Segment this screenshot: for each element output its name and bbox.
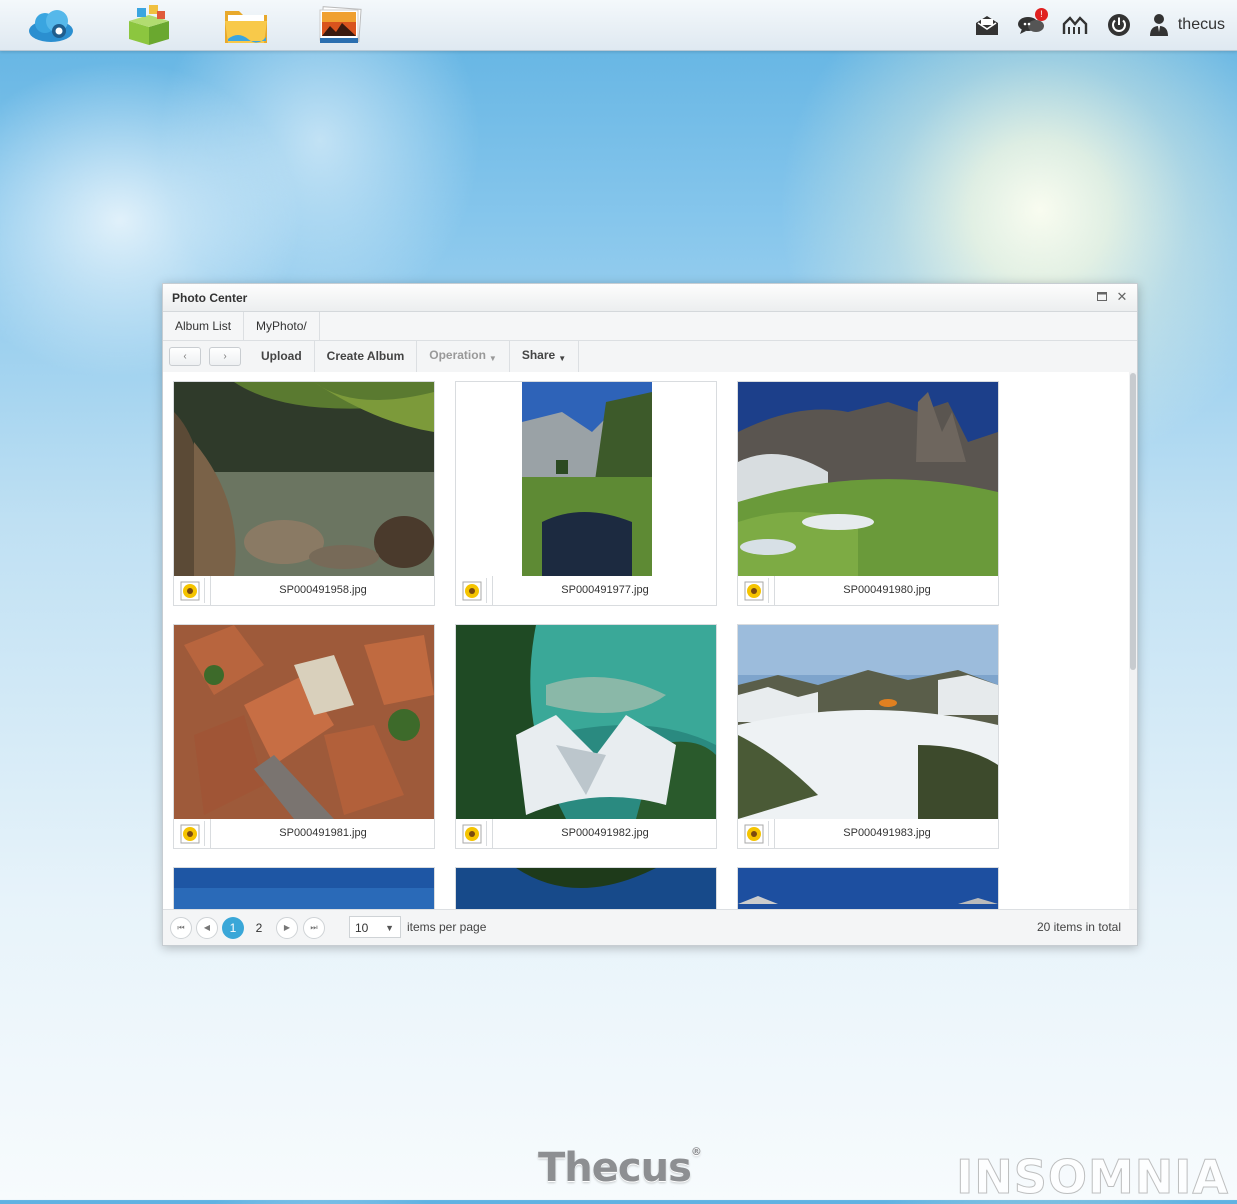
- photo-caption: SP000491980.jpg: [737, 576, 999, 606]
- insomnia-watermark: INSOMNIA: [956, 1150, 1229, 1204]
- total-items-label: 20 items in total: [1036, 920, 1121, 934]
- photo-thumbnail[interactable]: [173, 381, 435, 577]
- username[interactable]: thecus: [1178, 16, 1225, 34]
- photo-thumbnail[interactable]: [173, 624, 435, 820]
- photo-filename: SP000491977.jpg: [561, 584, 649, 596]
- photo-card[interactable]: [173, 867, 435, 910]
- network-icon[interactable]: [1060, 10, 1090, 40]
- photo-card[interactable]: SP000491980.jpg: [737, 381, 999, 607]
- photo-center-icon[interactable]: [316, 5, 364, 45]
- caret-down-icon: ▼: [488, 353, 497, 363]
- photo-caption: SP000491958.jpg: [173, 576, 435, 606]
- photo-thumbnail[interactable]: [737, 381, 999, 577]
- photo-filename: SP000491981.jpg: [279, 827, 367, 839]
- photo-thumbnail[interactable]: [173, 867, 435, 910]
- photo-filename: SP000491982.jpg: [561, 827, 649, 839]
- sunflower-icon[interactable]: [740, 578, 769, 603]
- photo-caption: SP000491982.jpg: [455, 819, 717, 849]
- pagination-bar: ⏮ ◀ 1 2 ▶ ⏭ 10 ▼ items per page 20 items…: [163, 909, 1137, 945]
- photo-card[interactable]: SP000491982.jpg: [455, 624, 717, 850]
- photo-filename: SP000491980.jpg: [843, 584, 931, 596]
- first-page-icon[interactable]: ⏮: [170, 917, 192, 939]
- mail-icon[interactable]: [972, 10, 1002, 40]
- sunflower-icon[interactable]: [458, 578, 487, 603]
- last-page-icon[interactable]: ⏭: [303, 917, 325, 939]
- photo-card[interactable]: SP000491977.jpg: [455, 381, 717, 607]
- photo-filename: SP000491958.jpg: [279, 584, 367, 596]
- page-2-button[interactable]: 2: [248, 917, 270, 939]
- photo-thumbnail[interactable]: [455, 867, 717, 910]
- scrollbar-thumb[interactable]: [1130, 373, 1136, 670]
- system-tray: ! thecus: [972, 0, 1225, 50]
- caret-down-icon: ▼: [558, 353, 567, 363]
- photo-card[interactable]: [737, 867, 999, 910]
- photo-grid: SP000491958.jpg SP000491977.jpg SP000491…: [163, 372, 1129, 910]
- photo-card[interactable]: SP000491983.jpg: [737, 624, 999, 850]
- chat-icon[interactable]: !: [1016, 8, 1048, 40]
- per-page-value: 10: [355, 921, 369, 935]
- window-titlebar[interactable]: Photo Center ✕: [163, 284, 1137, 312]
- tab-album-list[interactable]: Album List: [163, 312, 245, 340]
- power-icon[interactable]: [1104, 10, 1134, 40]
- photo-thumbnail[interactable]: [737, 867, 999, 910]
- user-icon[interactable]: [1148, 10, 1170, 40]
- photo-thumbnail[interactable]: [455, 624, 717, 820]
- thecus-logo: Thecus®: [538, 1145, 702, 1191]
- app-center-box-icon[interactable]: [125, 5, 173, 45]
- photo-filename: SP000491983.jpg: [843, 827, 931, 839]
- maximize-icon[interactable]: [1095, 290, 1109, 304]
- prev-page-icon[interactable]: ◀: [196, 917, 218, 939]
- window-title: Photo Center: [172, 291, 248, 305]
- photo-caption: SP000491977.jpg: [455, 576, 717, 606]
- photo-center-window: Photo Center ✕ Album List MyPhoto/ ‹ › U…: [162, 283, 1138, 946]
- breadcrumb-tabs: Album List MyPhoto/: [163, 312, 1137, 341]
- dropdown-arrow-icon: ▼: [385, 923, 394, 933]
- sunflower-icon[interactable]: [458, 821, 487, 846]
- photo-caption: SP000491981.jpg: [173, 819, 435, 849]
- create-album-button[interactable]: Create Album: [315, 341, 418, 372]
- share-menu[interactable]: Share ▼: [510, 339, 580, 374]
- sunflower-icon[interactable]: [176, 821, 205, 846]
- next-page-icon[interactable]: ▶: [276, 917, 298, 939]
- cloud-icon[interactable]: [27, 5, 75, 45]
- upload-button[interactable]: Upload: [249, 341, 315, 372]
- page-1-button[interactable]: 1: [222, 917, 244, 939]
- photo-card[interactable]: SP000491981.jpg: [173, 624, 435, 850]
- notification-badge: !: [1034, 8, 1048, 21]
- toolbar: ‹ › Upload Create Album Operation ▼ Share…: [163, 339, 1137, 374]
- photo-caption: SP000491983.jpg: [737, 819, 999, 849]
- operation-menu[interactable]: Operation ▼: [417, 339, 510, 374]
- close-icon[interactable]: ✕: [1115, 290, 1129, 304]
- operation-label: Operation: [429, 347, 486, 362]
- photo-thumbnail[interactable]: [455, 381, 717, 577]
- folder-icon[interactable]: [222, 5, 270, 45]
- forward-button[interactable]: ›: [209, 347, 241, 366]
- items-per-page-select[interactable]: 10 ▼: [349, 916, 401, 938]
- photo-card[interactable]: SP000491958.jpg: [173, 381, 435, 607]
- sunflower-icon[interactable]: [176, 578, 205, 603]
- per-page-label: items per page: [407, 920, 487, 934]
- tab-myphoto[interactable]: MyPhoto/: [244, 312, 320, 340]
- top-bar: ! thecus: [0, 0, 1237, 51]
- back-button[interactable]: ‹: [169, 347, 201, 366]
- photo-card[interactable]: [455, 867, 717, 910]
- photo-thumbnail[interactable]: [737, 624, 999, 820]
- share-label: Share: [521, 347, 556, 362]
- sunflower-icon[interactable]: [740, 821, 769, 846]
